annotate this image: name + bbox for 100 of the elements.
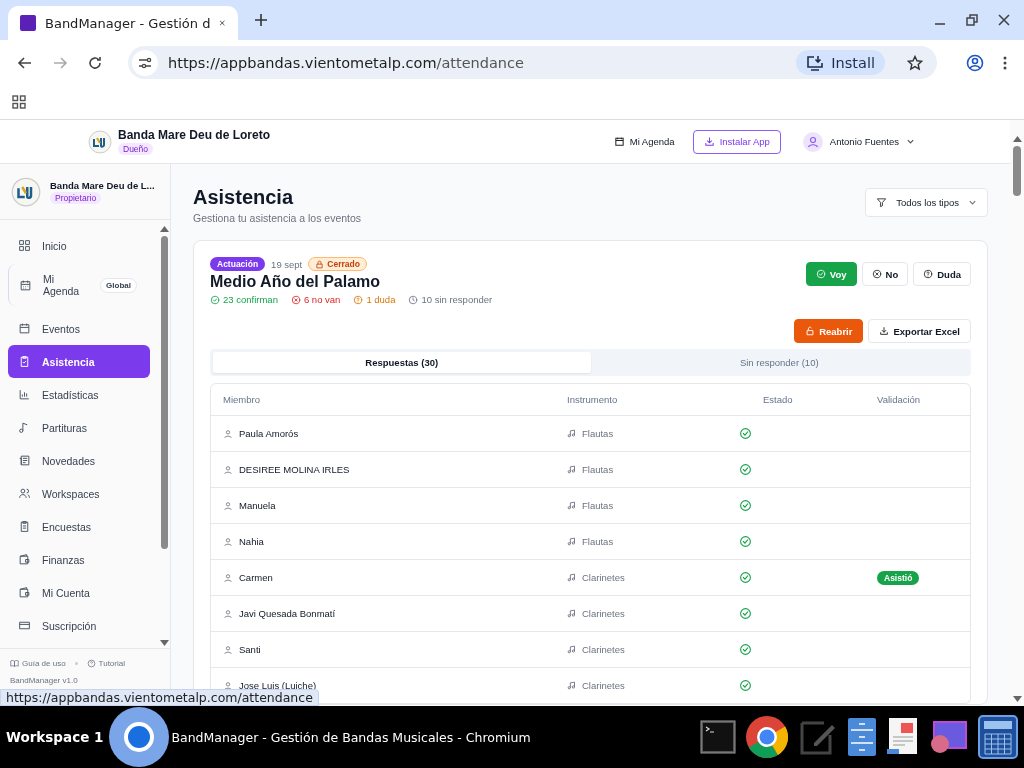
install-button[interactable]: Install <box>796 50 885 75</box>
lock-icon <box>315 259 325 269</box>
sidebar-item[interactable]: Inicio <box>8 229 150 262</box>
nav-icon <box>18 239 31 252</box>
sidebar-item[interactable]: Workspaces <box>8 477 150 510</box>
nav-icon <box>18 619 31 632</box>
music-note-icon <box>567 429 576 438</box>
apps-grid-icon[interactable] <box>12 95 26 109</box>
browser-logo-icon[interactable] <box>745 715 789 759</box>
browser-tab[interactable]: BandManager - Gestión d <box>8 6 238 40</box>
scrollbar[interactable] <box>1010 120 1024 706</box>
sidebar-item[interactable]: Eventos <box>8 312 150 345</box>
nav-icon <box>19 278 32 292</box>
nav-icon <box>18 355 31 368</box>
sidebar-item[interactable]: Estadísticas <box>8 378 150 411</box>
sidebar-item[interactable]: Encuestas <box>8 510 150 543</box>
question-circle-icon <box>353 294 364 305</box>
close-icon[interactable] <box>998 14 1010 26</box>
sidebar-item[interactable]: Suscripción <box>8 609 150 642</box>
band-logo-icon <box>11 176 41 207</box>
unlock-icon <box>805 326 816 336</box>
music-note-icon <box>567 573 576 582</box>
sidebar-item[interactable]: Finanzas <box>8 543 150 576</box>
sidebar-item[interactable]: Asistencia <box>8 345 150 378</box>
user-icon <box>223 608 233 619</box>
scroll-down-icon[interactable] <box>1012 696 1022 702</box>
type-filter-dropdown[interactable]: Todos los tipos <box>865 188 988 217</box>
instrument-name: Flautas <box>582 464 614 475</box>
band-logo-icon <box>88 129 112 154</box>
window-title[interactable]: BandManager - Gestión de Bandas Musicales - Chromium <box>171 729 531 745</box>
version-text: BandManager v1.0 <box>10 676 79 685</box>
menu-icon[interactable] <box>1003 55 1007 70</box>
tab[interactable]: Sin responder (10) <box>590 352 968 373</box>
footer-link[interactable]: Tutorial <box>86 659 125 668</box>
user-menu[interactable]: Antonio Fuentes <box>802 131 915 152</box>
event-date: 19 sept <box>271 258 303 270</box>
site-settings-icon[interactable] <box>132 49 158 76</box>
scroll-up-icon[interactable] <box>160 226 169 232</box>
instrument-name: Clarinetes <box>582 572 625 583</box>
member-name: Paula Amorós <box>239 428 299 439</box>
monitor-download-icon <box>806 54 825 71</box>
scrollbar-thumb[interactable] <box>161 236 168 549</box>
workspace-label[interactable]: Workspace 1 <box>6 729 104 745</box>
x-circle-icon <box>290 294 301 305</box>
role-badge: Dueño <box>118 143 154 155</box>
sidebar-item[interactable]: Mi Agenda Global <box>8 264 150 306</box>
sidebar-item[interactable]: Partituras <box>8 411 150 444</box>
member-name: Jose Luis (Luiche) <box>239 680 317 691</box>
x-circle-icon <box>871 269 882 279</box>
address-bar[interactable]: https://appbandas.vientometalp.com/attendance Install <box>128 46 937 79</box>
response-button[interactable]: Duda <box>913 262 971 286</box>
scrollbar[interactable] <box>159 224 170 648</box>
sidebar-item[interactable]: Mi Cuenta <box>8 576 150 609</box>
scrollbar-thumb[interactable] <box>1013 146 1021 196</box>
document-viewer-icon[interactable] <box>886 717 920 757</box>
column-header: Instrumento <box>567 394 619 405</box>
reopen-button[interactable]: Reabrir <box>794 319 864 343</box>
tab[interactable]: Respuestas (30) <box>213 352 591 373</box>
back-icon[interactable] <box>17 54 33 71</box>
column-header: Miembro <box>223 394 261 405</box>
member-name: Santi <box>239 644 261 655</box>
footer-link[interactable]: Guía de uso <box>10 659 66 668</box>
response-button[interactable]: No <box>861 262 909 286</box>
question-circle-icon <box>923 269 934 279</box>
sidebar-item[interactable]: Novedades <box>8 444 150 477</box>
music-note-icon <box>567 501 576 510</box>
app-favicon-icon <box>20 15 36 31</box>
browser-logo-icon[interactable] <box>109 707 170 767</box>
new-tab-icon[interactable] <box>254 13 268 27</box>
member-name: Manuela <box>239 500 276 511</box>
attended-badge: Asistió <box>877 570 920 585</box>
install-app-button[interactable]: Instalar App <box>692 129 781 154</box>
close-icon[interactable] <box>219 17 226 29</box>
organization-name: Banda Mare Deu de Loreto <box>118 128 271 142</box>
column-header: Estado <box>762 394 794 405</box>
scroll-down-icon[interactable] <box>160 640 169 646</box>
nav-icon <box>18 454 31 467</box>
terminal-icon[interactable] <box>700 720 736 754</box>
nav-icon <box>18 322 31 335</box>
calculator-icon[interactable] <box>978 715 1018 759</box>
category-badge: Actuación <box>210 257 266 271</box>
user-icon <box>223 644 233 655</box>
image-viewer-icon[interactable] <box>929 720 969 754</box>
scroll-up-icon[interactable] <box>1012 136 1022 142</box>
user-icon <box>223 428 233 439</box>
bookmark-star-icon[interactable] <box>907 54 923 71</box>
restore-icon[interactable] <box>966 14 978 26</box>
reload-icon[interactable] <box>87 54 103 71</box>
file-cabinet-icon[interactable] <box>847 717 877 757</box>
agenda-link[interactable]: Mi Agenda <box>607 132 681 151</box>
link-preview: https://appbandas.vientometalp.com/attendance <box>0 689 319 706</box>
chevron-down-icon <box>906 137 915 146</box>
export-button[interactable]: Exportar Excel <box>868 319 971 343</box>
user-icon <box>223 536 233 547</box>
clock-icon <box>408 294 419 305</box>
nav-icon <box>18 388 31 401</box>
user-icon <box>223 464 233 475</box>
music-note-icon <box>567 609 576 618</box>
profile-icon[interactable] <box>966 53 984 72</box>
nav-icon <box>18 520 31 533</box>
